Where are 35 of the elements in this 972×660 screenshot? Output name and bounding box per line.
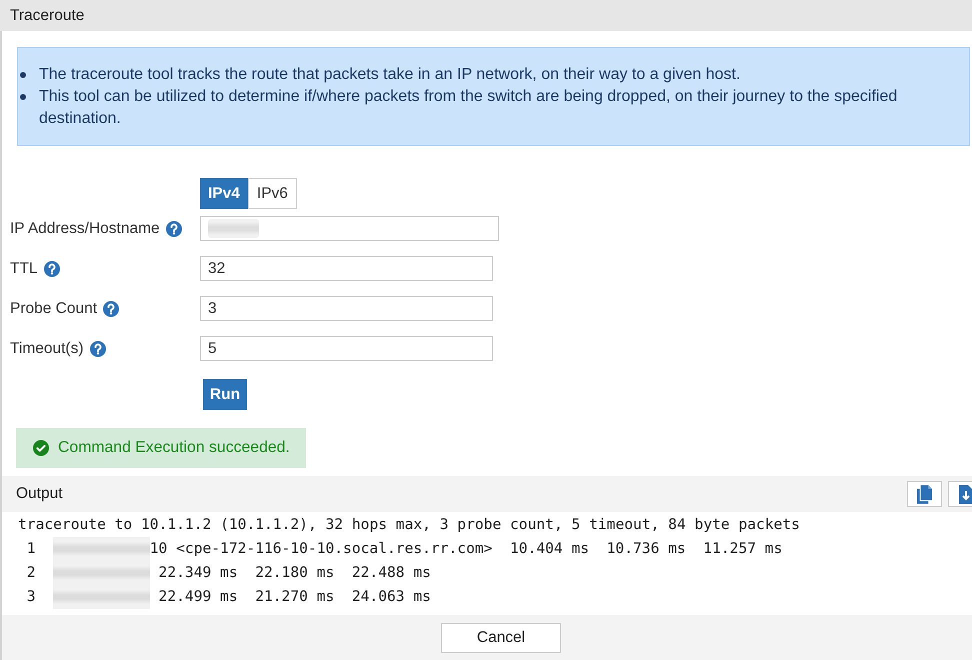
output-line: traceroute to 10.1.1.2 (10.1.1.2), 32 hops max, 3 probe count, 5 timeout, 84 byte packets [18, 515, 801, 535]
input-field[interactable] [200, 216, 499, 241]
field-label: Probe Count [10, 300, 98, 318]
copy-button[interactable] [907, 481, 942, 507]
field-label: IP Address/Hostname [10, 220, 160, 238]
hop-number: 3 [26, 587, 36, 607]
output-title: Output [16, 485, 63, 503]
info-text: This tool can be utilized to determine if/where packets from the switch are being dropped, on their journey to the specified destination. [39, 87, 898, 129]
ip-version-tab[interactable]: IPv6 [248, 178, 297, 209]
hop-times: 22.499 ms 21.270 ms 24.063 ms [158, 587, 431, 607]
hop-number: 1 [26, 539, 36, 559]
download-icon [958, 484, 972, 504]
hop-times: 10.404 ms 10.736 ms 11.257 ms [510, 539, 782, 559]
help-icon [166, 220, 182, 236]
check-circle-icon [33, 440, 49, 456]
window-title: Traceroute [10, 6, 84, 24]
info-text: The traceroute tool tracks the route that packets take in an IP network, on their way to a given host. [39, 65, 740, 85]
run-button[interactable]: Run [203, 379, 247, 410]
help-icon [44, 260, 60, 276]
input-field[interactable]: 5 [200, 336, 493, 361]
hop-times: 22.349 ms 22.180 ms 22.488 ms [158, 563, 431, 583]
alert-text: Command Execution succeeded. [58, 439, 290, 457]
hop-number: 2 [26, 563, 36, 583]
ip-version-tab[interactable]: IPv4 [200, 178, 248, 209]
cancel-button[interactable]: Cancel [441, 623, 561, 653]
help-icon [90, 340, 106, 356]
copy-icon [917, 484, 932, 504]
field-label: TTL [10, 260, 38, 278]
help-icon [103, 300, 120, 316]
bullet-icon [20, 94, 26, 100]
input-field[interactable]: 3 [200, 296, 493, 321]
input-field[interactable]: 32 [200, 256, 493, 281]
bullet-icon [20, 72, 26, 78]
hop-host: 10 <cpe-172-116-10-10.socal.res.rr.com> [150, 539, 492, 559]
field-label: Timeout(s) [10, 340, 84, 358]
